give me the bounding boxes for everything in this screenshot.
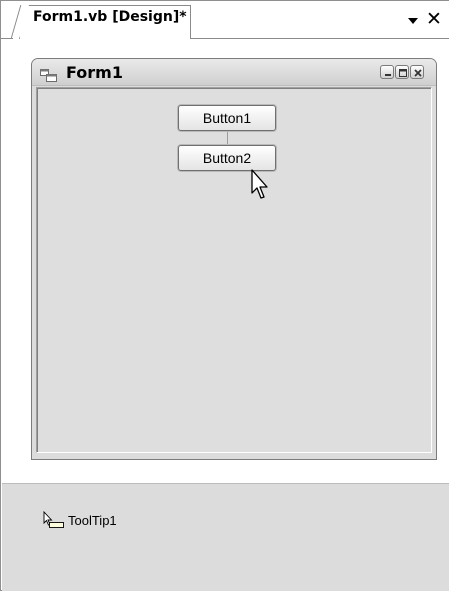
chevron-down-icon[interactable] — [405, 13, 421, 29]
close-icon[interactable] — [410, 65, 424, 79]
maximize-icon[interactable] — [395, 65, 409, 79]
document-tabstrip: Form1.vb [Design]* ✕ — [1, 1, 449, 41]
form-client-area[interactable] — [36, 87, 432, 453]
form-window-icon — [40, 67, 58, 82]
form-caption: Form1 — [66, 63, 123, 82]
designer-window: Form1.vb [Design]* ✕ Form1 Button1 Butto… — [0, 0, 449, 591]
tray-item-tooltip1[interactable]: ToolTip1 — [41, 510, 117, 529]
mouse-cursor-icon — [251, 169, 268, 199]
tray-item-label: ToolTip1 — [68, 512, 117, 528]
minimize-icon[interactable] — [380, 65, 394, 79]
close-icon[interactable]: ✕ — [425, 9, 443, 29]
component-tray[interactable] — [2, 483, 449, 591]
tab-edge — [10, 5, 22, 41]
tooltip-component-icon — [41, 510, 65, 529]
snapline — [227, 132, 228, 144]
tab-title: Form1.vb [Design]* — [33, 9, 187, 25]
button1[interactable]: Button1 — [178, 105, 276, 131]
form-titlebar[interactable]: Form1 — [32, 59, 436, 86]
button2[interactable]: Button2 — [178, 145, 276, 171]
